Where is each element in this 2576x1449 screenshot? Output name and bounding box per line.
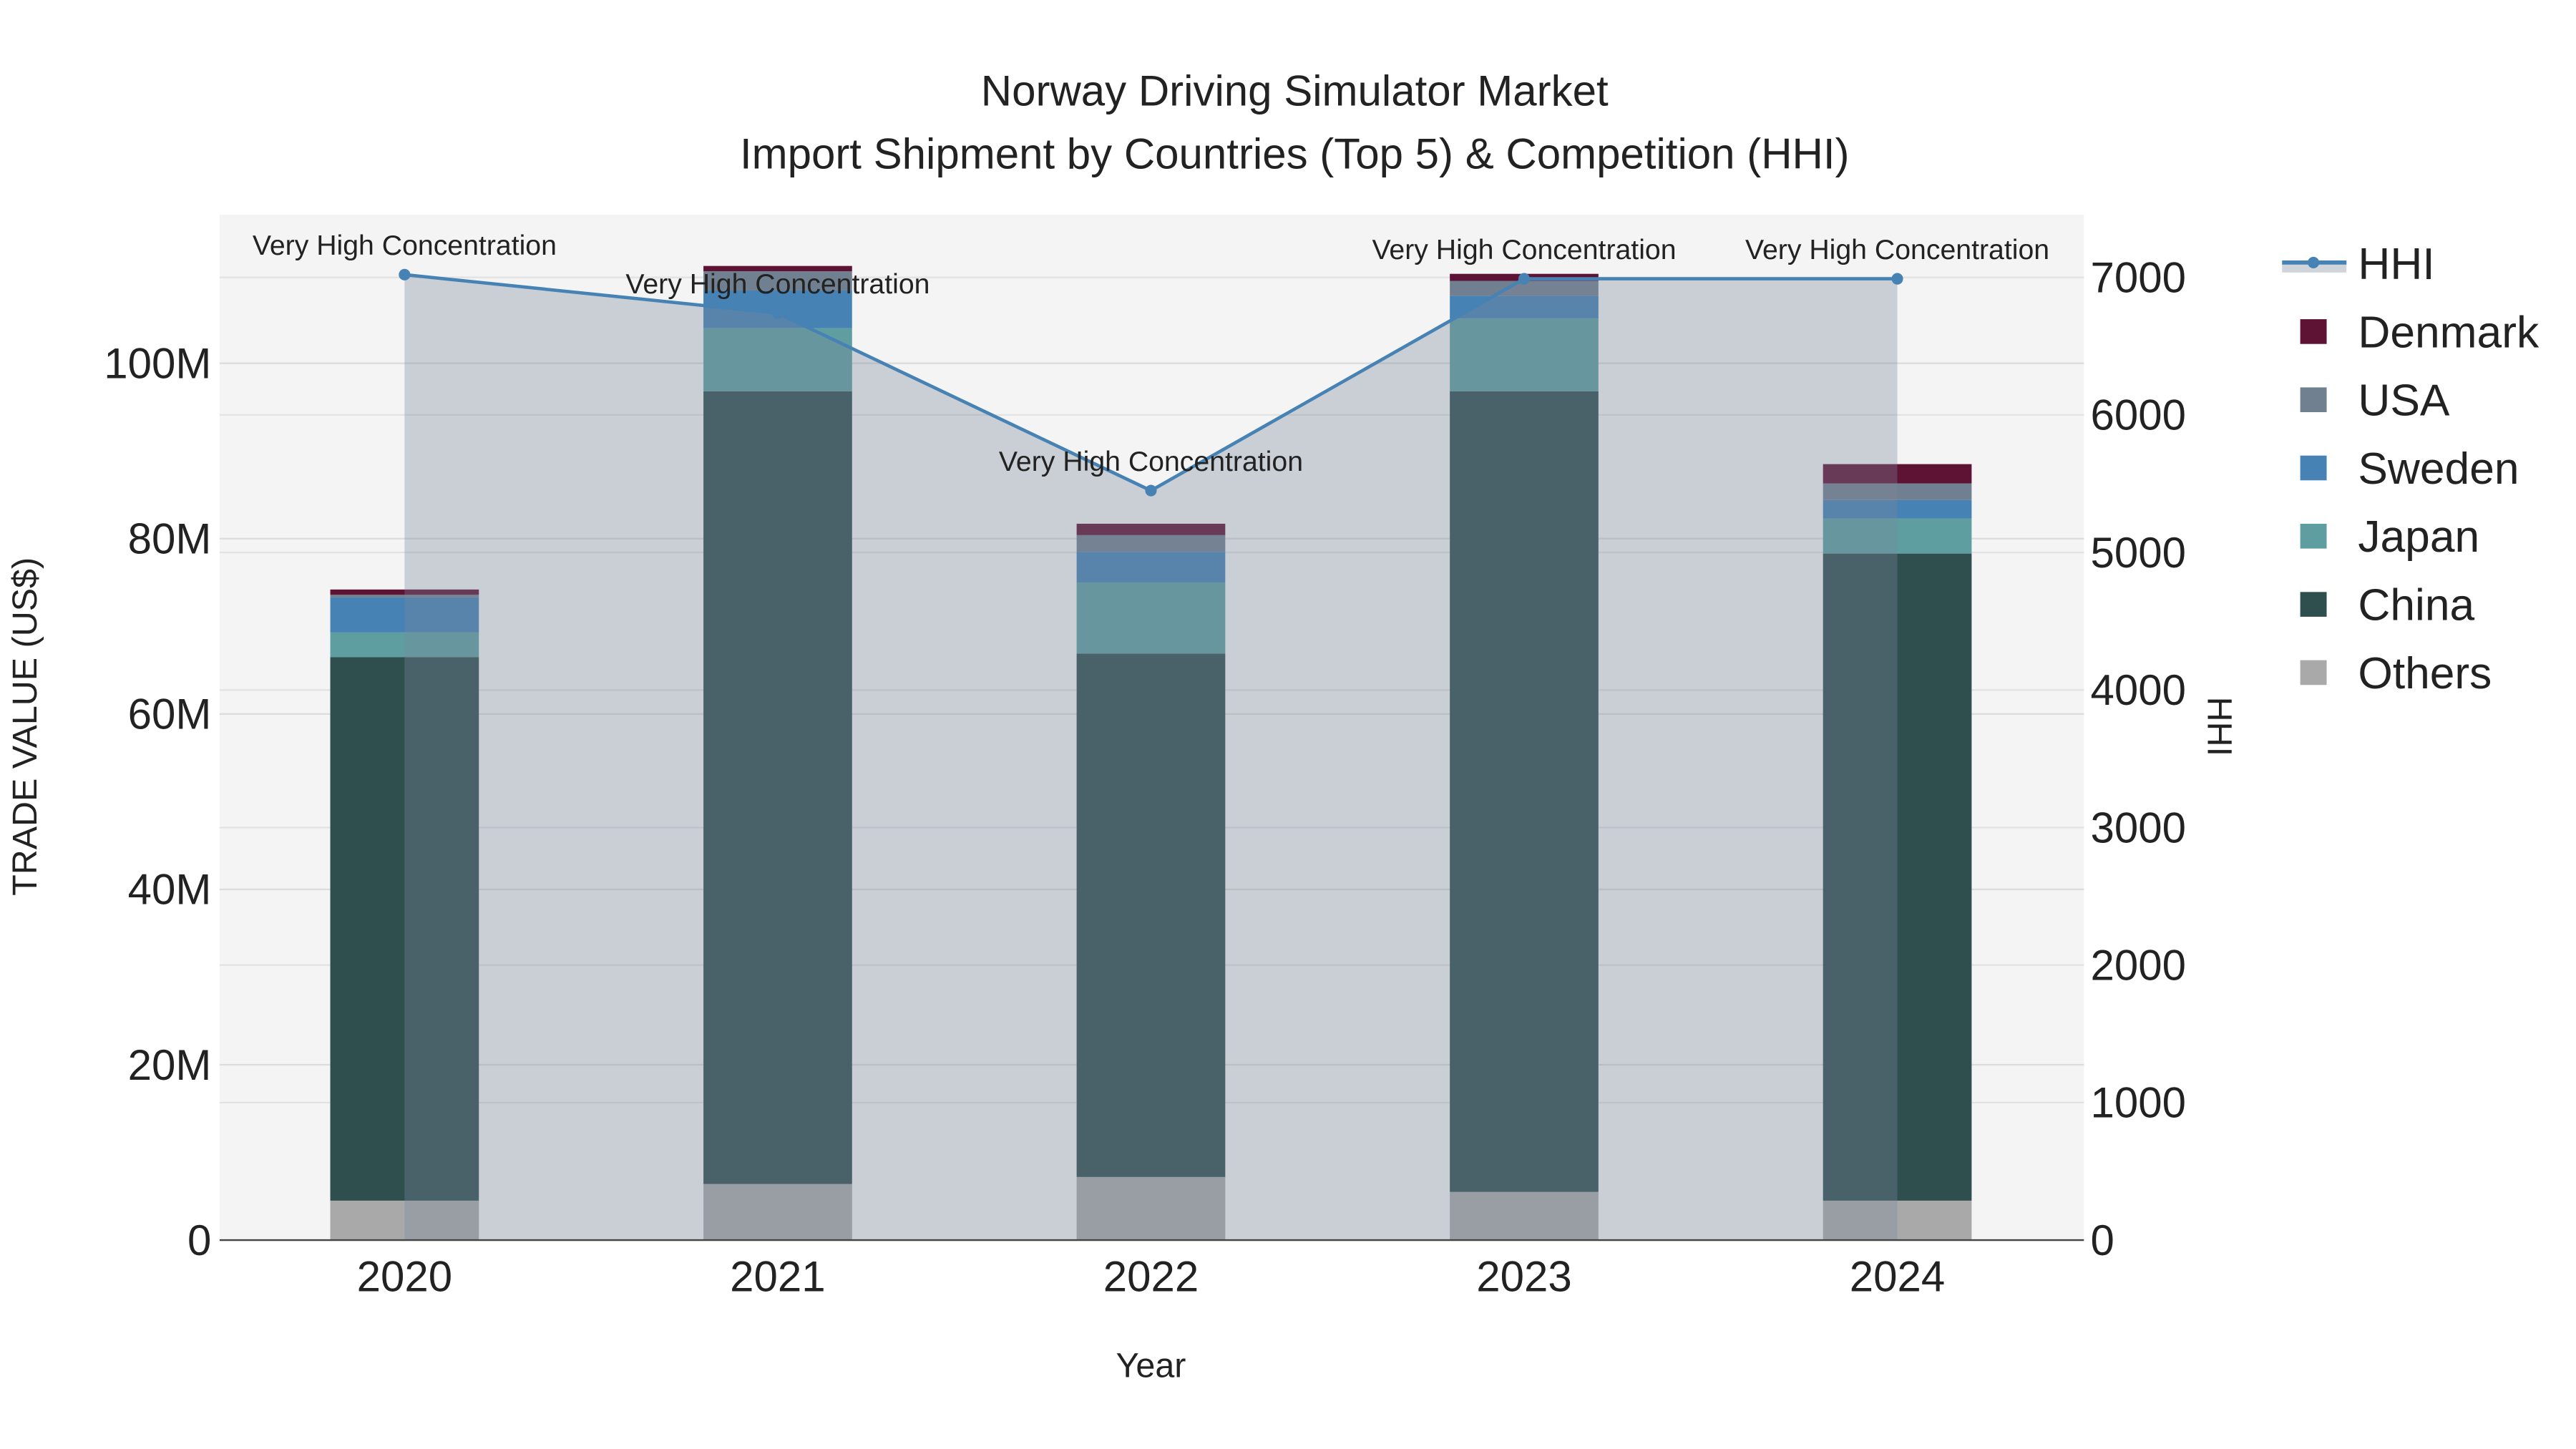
hhi-annotation: Very High Concentration <box>253 230 557 261</box>
y2-tick-label: 0 <box>2091 1216 2114 1264</box>
y-tick-label: 40M <box>128 866 212 914</box>
legend-label-sweden: Sweden <box>2358 444 2519 494</box>
hhi-point-2024 <box>1891 273 1903 285</box>
legend-label-usa: USA <box>2358 376 2450 426</box>
legend-swatch-china <box>2300 592 2327 617</box>
hhi-point-2022 <box>1145 484 1157 497</box>
legend-swatch-japan <box>2300 524 2327 549</box>
y2-tick-label: 5000 <box>2091 529 2186 577</box>
hhi-annotation: Very High Concentration <box>999 446 1303 477</box>
legend-swatch-usa <box>2300 387 2327 412</box>
legend-swatch-sweden <box>2300 455 2327 481</box>
x-tick-label: 2024 <box>1850 1253 1945 1301</box>
hhi-point-2021 <box>771 307 784 319</box>
y-axis-ticks: 0 20M 40M 60M 80M 100M <box>104 339 211 1264</box>
y2-tick-label: 2000 <box>2091 941 2186 989</box>
y-tick-label: 20M <box>128 1041 212 1089</box>
y-tick-label: 80M <box>128 515 212 563</box>
x-tick-label: 2022 <box>1103 1253 1199 1301</box>
x-axis-ticks: 2020 2021 2022 2023 2024 <box>357 1253 1946 1301</box>
legend: HHI Denmark USA Sweden Japan China Others <box>2282 240 2540 698</box>
legend-label-others: Others <box>2358 649 2492 698</box>
legend-hhi-marker <box>2308 256 2320 268</box>
y2-tick-label: 7000 <box>2091 253 2186 301</box>
x-tick-label: 2020 <box>357 1253 452 1301</box>
x-tick-label: 2023 <box>1476 1253 1571 1301</box>
hhi-point-2020 <box>399 268 411 280</box>
y2-tick-label: 3000 <box>2091 804 2186 852</box>
y2-tick-label: 6000 <box>2091 391 2186 439</box>
y-tick-label: 100M <box>104 339 211 387</box>
chart-title: Norway Driving Simulator Market <box>981 67 1609 115</box>
chart: 0 20M 40M 60M 80M 100M 0 1000 2000 3000 4000 5000 6… <box>6 67 2540 1385</box>
y2-tick-label: 1000 <box>2091 1079 2186 1127</box>
legend-label-hhi: HHI <box>2358 240 2434 289</box>
hhi-point-2023 <box>1518 273 1531 285</box>
hhi-annotation: Very High Concentration <box>1745 234 2049 265</box>
legend-swatch-denmark <box>2300 319 2327 344</box>
legend-label-japan: Japan <box>2358 512 2479 562</box>
hhi-annotation: Very High Concentration <box>1372 234 1676 265</box>
legend-swatch-others <box>2300 660 2327 686</box>
y-axis-title: TRADE VALUE (US$) <box>6 557 44 896</box>
y2-axis-ticks: 0 1000 2000 3000 4000 5000 6000 7000 <box>2091 253 2186 1264</box>
y2-tick-label: 4000 <box>2091 666 2186 714</box>
hhi-annotation: Very High Concentration <box>625 268 930 300</box>
x-axis-title: Year <box>1116 1347 1186 1385</box>
legend-label-denmark: Denmark <box>2358 308 2540 357</box>
x-tick-label: 2021 <box>730 1253 825 1301</box>
y2-axis-title: HHI <box>2200 697 2238 756</box>
y-tick-label: 60M <box>128 691 212 738</box>
y-tick-label: 0 <box>187 1216 211 1264</box>
chart-subtitle: Import Shipment by Countries (Top 5) & C… <box>740 130 1850 177</box>
legend-label-china: China <box>2358 581 2474 630</box>
